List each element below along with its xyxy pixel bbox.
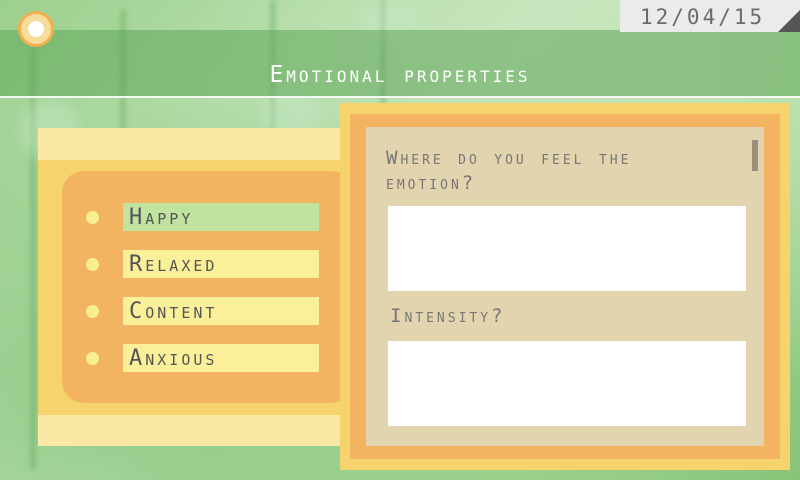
- option-relaxed[interactable]: Relaxed: [84, 250, 324, 278]
- scrollbar-thumb[interactable]: [752, 140, 758, 171]
- bullet-icon: [86, 211, 99, 224]
- bullet-icon: [86, 258, 99, 271]
- location-input[interactable]: [388, 206, 746, 291]
- option-content[interactable]: Content: [84, 297, 324, 325]
- option-label: Happy: [123, 203, 319, 231]
- option-happy[interactable]: Happy: [84, 203, 324, 231]
- intensity-input[interactable]: [388, 341, 746, 426]
- question-intensity-label: Intensity?: [390, 305, 506, 327]
- bullet-icon: [86, 352, 99, 365]
- option-label: Anxious: [123, 344, 319, 372]
- option-label: Content: [123, 297, 319, 325]
- date-text: 12/04/15: [640, 5, 766, 29]
- question-location-label: Where do you feel the emotion?: [386, 147, 632, 194]
- corner-fold-icon: [778, 10, 800, 32]
- home-button[interactable]: [18, 11, 54, 47]
- date-display: 12/04/15: [620, 0, 800, 32]
- page-title: Emotional properties: [269, 62, 531, 88]
- option-label: Relaxed: [123, 250, 319, 278]
- bullet-icon: [86, 305, 99, 318]
- circle-icon: [28, 21, 44, 37]
- option-anxious[interactable]: Anxious: [84, 344, 324, 372]
